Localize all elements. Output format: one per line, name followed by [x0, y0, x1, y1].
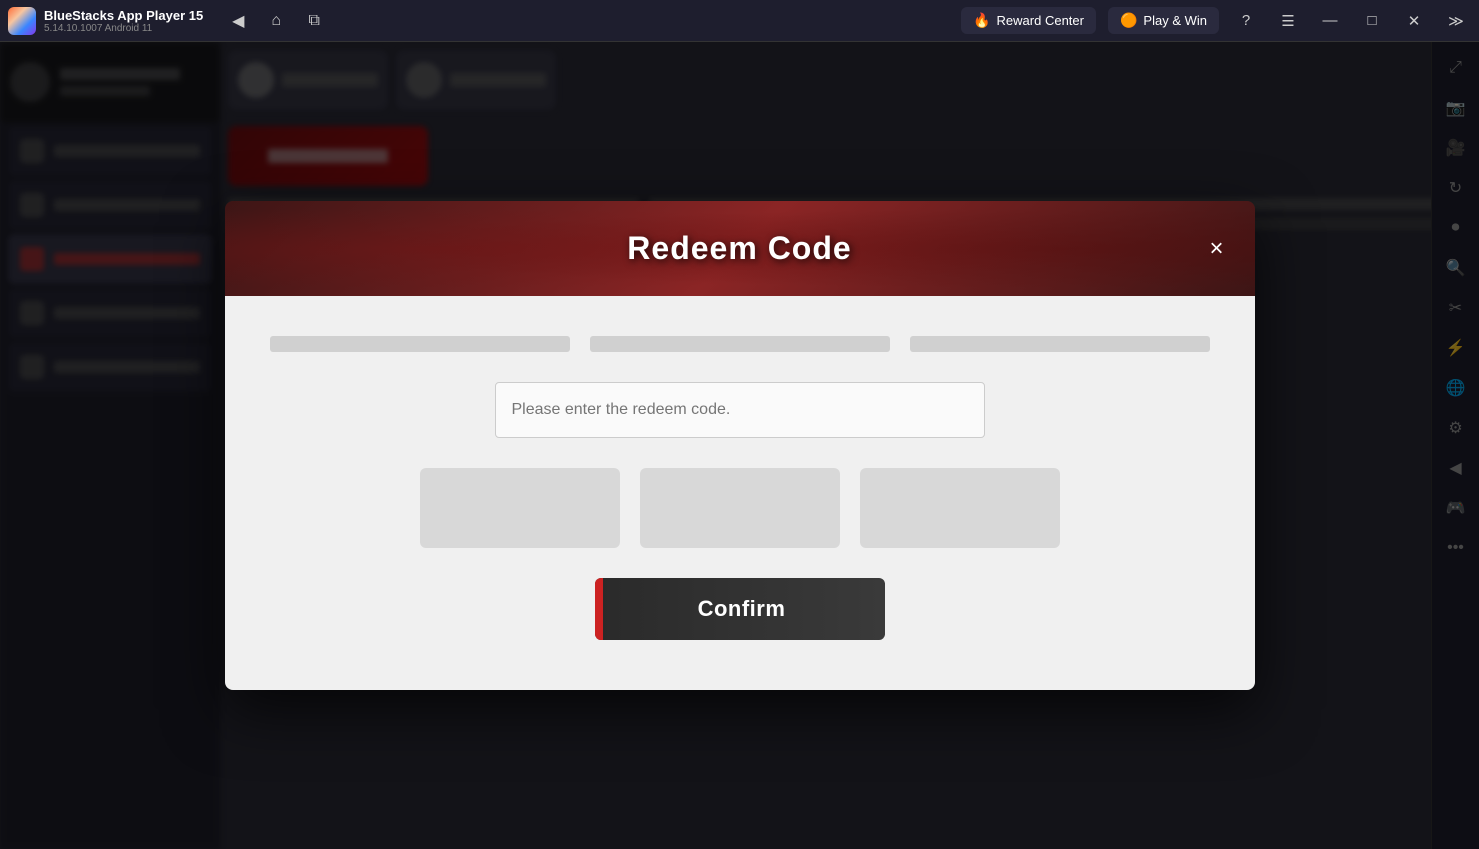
play-win-label: Play & Win [1143, 13, 1207, 28]
modal-overlay: Redeem Code × [0, 42, 1479, 849]
nav-buttons: ◀ ⌂ ⧉ [223, 6, 329, 36]
item-card-1 [420, 468, 620, 548]
home-button[interactable]: ⌂ [261, 6, 291, 36]
app-name: BlueStacks App Player 15 [44, 8, 203, 23]
play-win-button[interactable]: 🟠 Play & Win [1108, 7, 1219, 34]
desc-block-2 [590, 336, 890, 352]
app-info: BlueStacks App Player 15 5.14.10.1007 An… [44, 8, 203, 34]
desc-block-3 [910, 336, 1210, 352]
desc-block-1 [270, 336, 570, 352]
items-row [265, 468, 1215, 548]
modal-close-button[interactable]: × [1199, 231, 1235, 267]
help-button[interactable]: ? [1231, 6, 1261, 36]
reward-center-label: Reward Center [997, 13, 1084, 28]
reward-center-button[interactable]: 🔥 Reward Center [961, 7, 1096, 34]
menu-button[interactable]: ☰ [1273, 6, 1303, 36]
center-actions: 🔥 Reward Center 🟠 Play & Win ? ☰ — □ ✕ ≫ [961, 6, 1471, 36]
modal-body: Confirm [225, 296, 1255, 690]
confirm-button-label: Confirm [595, 596, 885, 622]
main-area: Redeem Code × [0, 42, 1479, 849]
title-bar: BlueStacks App Player 15 5.14.10.1007 An… [0, 0, 1479, 42]
item-card-3 [860, 468, 1060, 548]
modal-title: Redeem Code [627, 230, 851, 267]
description-row-1 [265, 336, 1215, 352]
window-close-button[interactable]: ✕ [1399, 6, 1429, 36]
side-expand-button[interactable]: ≫ [1441, 6, 1471, 36]
back-button[interactable]: ◀ [223, 6, 253, 36]
redeem-code-dialog: Redeem Code × [225, 201, 1255, 690]
coin-icon: 🟠 [1120, 12, 1137, 29]
game-area: Redeem Code × [0, 42, 1479, 849]
item-card-2 [640, 468, 840, 548]
maximize-button[interactable]: □ [1357, 6, 1387, 36]
fire-icon: 🔥 [973, 12, 990, 29]
redeem-code-input[interactable] [495, 382, 985, 438]
app-version: 5.14.10.1007 Android 11 [44, 23, 203, 34]
tabs-button[interactable]: ⧉ [299, 6, 329, 36]
bluestacks-logo [8, 7, 36, 35]
minimize-button[interactable]: — [1315, 6, 1345, 36]
modal-header: Redeem Code × [225, 201, 1255, 296]
confirm-button[interactable]: Confirm [595, 578, 885, 640]
